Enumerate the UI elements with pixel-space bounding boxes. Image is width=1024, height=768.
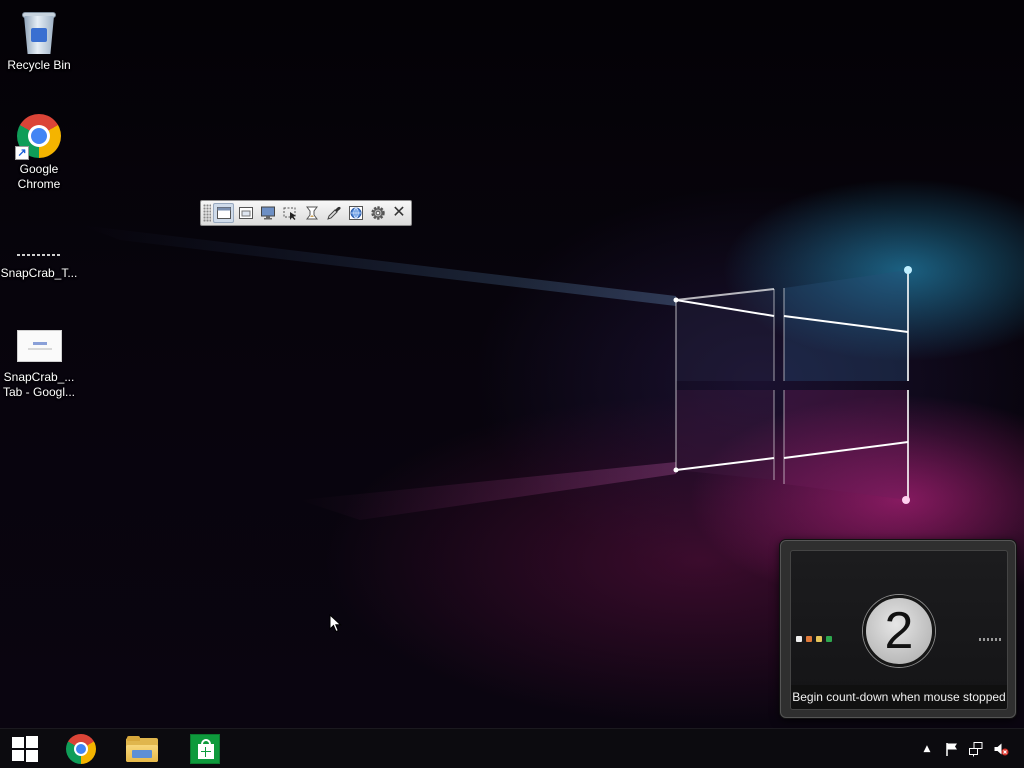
desktop-icon-snapcrab-file-2[interactable]: SnapCrab_... Tab - Googl... (0, 320, 78, 400)
show-hidden-icons-icon: ▲ (923, 744, 931, 754)
network-icon (969, 742, 983, 757)
chrome-icon (66, 734, 96, 764)
desktop-icon-recycle-bin[interactable]: Recycle Bin (0, 8, 78, 73)
timer-capture-button[interactable] (301, 203, 322, 223)
eyedropper-button[interactable] (323, 203, 344, 223)
image-file-icon (15, 216, 63, 264)
countdown-caption: Begin count-down when mouse stopped (791, 685, 1007, 709)
desktop-icon-label: Recycle Bin (7, 58, 71, 72)
countdown-number: 2 (863, 595, 935, 667)
taskbar-store-button[interactable] (181, 729, 229, 768)
start-button[interactable] (1, 729, 49, 768)
action-center-button[interactable] (942, 729, 962, 768)
settings-button[interactable] (367, 203, 388, 223)
chrome-icon: ↗ (15, 112, 63, 160)
taskbar-file-explorer-button[interactable] (118, 729, 166, 768)
snapcrab-toolbar: ✕ (200, 200, 412, 226)
region-capture-button[interactable] (279, 203, 300, 223)
volume-button[interactable] (990, 729, 1012, 768)
shortcut-arrow-icon: ↗ (15, 146, 29, 160)
file-explorer-icon (126, 736, 158, 762)
countdown-preview: 2 Begin count-down when mouse stopped (790, 550, 1008, 710)
region-capture-icon (283, 207, 296, 220)
settings-icon (370, 206, 385, 220)
timer-icon (305, 206, 318, 220)
store-icon (190, 734, 220, 764)
desktop-icon-label: Google Chrome (17, 162, 61, 191)
window-client-capture-button[interactable] (235, 203, 256, 223)
web-page-capture-button[interactable] (345, 203, 366, 223)
network-button[interactable] (966, 729, 986, 768)
desktop-icon-google-chrome[interactable]: ↗ Google Chrome (0, 112, 78, 192)
preview-taskbar-icons (796, 636, 832, 642)
mouse-cursor-icon (329, 614, 342, 633)
fullscreen-capture-button[interactable] (257, 203, 278, 223)
recycle-bin-icon (15, 8, 63, 56)
taskbar: ▲ (0, 728, 1024, 768)
close-icon[interactable]: ✕ (391, 204, 407, 222)
desktop-icon-label: SnapCrab_T... (0, 266, 78, 280)
countdown-popup: 2 Begin count-down when mouse stopped (780, 540, 1016, 718)
image-file-icon (15, 320, 63, 368)
toolbar-drag-handle[interactable] (203, 204, 211, 222)
preview-tray (979, 638, 1001, 641)
fullscreen-capture-icon (260, 206, 275, 220)
window-client-capture-icon (238, 207, 253, 219)
window-capture-icon (216, 207, 231, 219)
taskbar-chrome-button[interactable] (57, 729, 105, 768)
desktop-icon-snapcrab-file-1[interactable]: SnapCrab_T... (0, 216, 78, 281)
volume-muted-icon (994, 743, 1009, 756)
action-center-flag-icon (946, 743, 957, 756)
window-capture-button[interactable] (213, 203, 234, 223)
web-page-capture-icon (348, 206, 363, 220)
desktop-icon-label: SnapCrab_... Tab - Googl... (2, 370, 76, 399)
eyedropper-icon (326, 206, 341, 220)
start-icon (12, 736, 38, 762)
show-hidden-icons-button[interactable]: ▲ (918, 729, 936, 768)
